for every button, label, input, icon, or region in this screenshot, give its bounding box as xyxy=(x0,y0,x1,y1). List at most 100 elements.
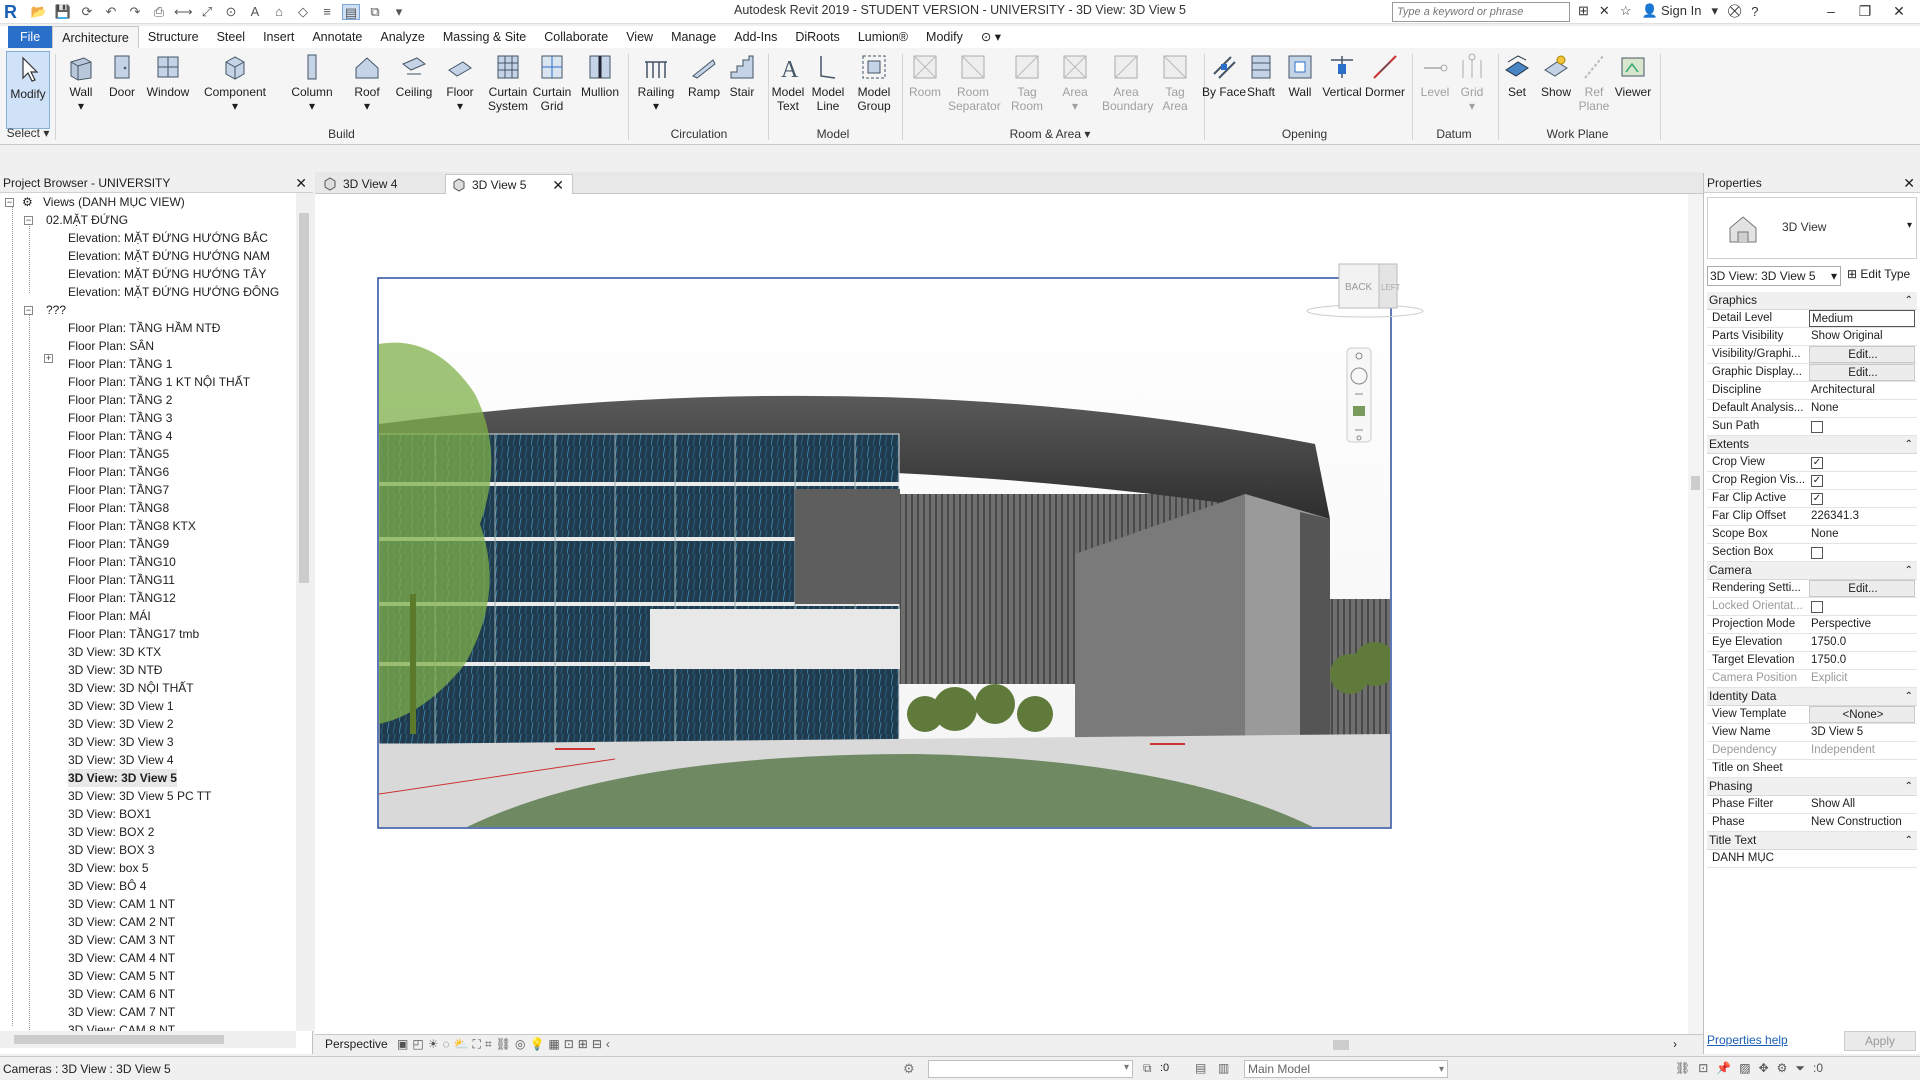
dormer-button[interactable]: Dormer xyxy=(1363,52,1407,99)
property-group-header[interactable]: Title Text ⌃ xyxy=(1707,832,1917,850)
tree-group-elevations[interactable]: 02.MẶT ĐỨNG xyxy=(46,211,128,229)
collapse-chevron-icon[interactable]: ⌃ xyxy=(1905,778,1913,795)
collapse-chevron-icon[interactable]: ⌃ xyxy=(1905,832,1913,849)
select-dropdown[interactable]: Select ▾ xyxy=(6,126,50,140)
tree-item-view[interactable]: 3D View: CAM 5 NT xyxy=(68,967,175,985)
component-button[interactable]: Component ▾ xyxy=(200,52,270,113)
cart-icon[interactable]: ⛒ xyxy=(1728,3,1741,19)
select-underlay-icon[interactable]: ⊡ xyxy=(1698,1061,1708,1076)
default-3d-view-icon[interactable]: ⌂ xyxy=(270,4,288,20)
tab-annotate[interactable]: Annotate xyxy=(303,26,371,48)
view-scrollbar[interactable] xyxy=(1688,194,1703,1034)
property-value[interactable]: None xyxy=(1809,526,1915,543)
tree-item-view[interactable]: 3D View: 3D View 1 xyxy=(68,697,174,715)
crop-view-icon[interactable]: ⛶ xyxy=(473,1037,481,1052)
tree-item-view[interactable]: Floor Plan: SÂN xyxy=(68,337,154,355)
property-value[interactable] xyxy=(1809,850,1915,867)
area-button[interactable]: Area ▾ xyxy=(1053,52,1097,113)
property-value[interactable]: 226341.3 xyxy=(1809,508,1915,525)
wall-button[interactable]: Wall ▾ xyxy=(59,52,103,113)
tree-item-view[interactable]: Floor Plan: TẦNG9 xyxy=(68,535,169,553)
property-value[interactable]: Architectural xyxy=(1809,382,1915,399)
property-group-header[interactable]: Extents ⌃ xyxy=(1707,436,1917,454)
property-value[interactable]: Perspective xyxy=(1809,616,1915,633)
property-group-header[interactable]: Identity Data ⌃ xyxy=(1707,688,1917,706)
tab-architecture[interactable]: Architecture xyxy=(52,26,139,48)
property-value[interactable]: ✓ xyxy=(1809,472,1915,489)
tree-item-view[interactable]: 3D View: CAM 6 NT xyxy=(68,985,175,1003)
tree-item-view[interactable]: Floor Plan: TẦNG6 xyxy=(68,463,169,481)
drag-elements-icon[interactable]: ✥ xyxy=(1759,1061,1769,1076)
tree-item-view[interactable]: Floor Plan: TẦNG8 xyxy=(68,499,169,517)
close-icon[interactable]: ✕ xyxy=(295,173,307,193)
instance-filter-dropdown[interactable]: 3D View: 3D View 5 ▾ xyxy=(1707,266,1841,286)
collapse-chevron-icon[interactable]: ⌃ xyxy=(1905,292,1913,309)
property-value[interactable]: Show Original xyxy=(1809,328,1915,345)
railing-button[interactable]: Railing ▾ xyxy=(634,52,678,113)
set-work-plane-button[interactable]: Set xyxy=(1495,52,1539,99)
scroll-right-icon[interactable]: › xyxy=(1673,1037,1677,1051)
close-hidden-windows-icon[interactable]: ▤ xyxy=(342,4,360,20)
text-icon[interactable]: A xyxy=(246,4,264,20)
tab-manage[interactable]: Manage xyxy=(662,26,725,48)
help-icon[interactable]: ? xyxy=(1751,4,1758,19)
tree-item-view[interactable]: Floor Plan: TẦNG 2 xyxy=(68,391,172,409)
tab-steel[interactable]: Steel xyxy=(208,26,255,48)
room-separator-button[interactable]: Room Separator xyxy=(948,52,1001,113)
property-value[interactable] xyxy=(1809,598,1915,615)
collapse-toggle-icon[interactable]: − xyxy=(24,306,33,315)
worksets-icon[interactable]: ⚙ xyxy=(903,1061,915,1077)
temporary-view-icon[interactable]: ▦ xyxy=(548,1037,559,1052)
curtain-grid-button[interactable]: Curtain Grid xyxy=(530,52,574,113)
revit-logo-icon[interactable]: R xyxy=(4,2,22,22)
property-value[interactable]: None xyxy=(1809,400,1915,417)
tree-item-view[interactable]: 3D View: 3D NỘI THẤT xyxy=(68,679,194,697)
search-input[interactable]: Type a keyword or phrase xyxy=(1392,2,1570,22)
binoculars-icon[interactable]: ⊞ xyxy=(1578,3,1589,19)
modify-button[interactable]: Modify xyxy=(6,51,50,129)
stair-button[interactable]: Stair xyxy=(720,52,764,99)
property-value[interactable] xyxy=(1809,418,1915,435)
detail-level-icon[interactable]: ▣ xyxy=(397,1037,408,1052)
ceiling-button[interactable]: Ceiling xyxy=(390,52,438,99)
checkbox[interactable]: ✓ xyxy=(1811,493,1823,505)
tree-item-view[interactable]: 3D View: CAM 8 NT xyxy=(68,1021,175,1031)
design-options-icon[interactable]: ▤ xyxy=(1195,1061,1206,1075)
property-value[interactable]: Edit... xyxy=(1809,346,1915,363)
undo-icon[interactable]: ↶ xyxy=(102,4,120,20)
shadows-icon[interactable]: ◌ xyxy=(442,1037,449,1052)
collapse-toggle-icon[interactable]: − xyxy=(5,198,14,207)
tree-root-views[interactable]: Views (DANH MỤC VIEW) xyxy=(43,193,185,211)
type-selector[interactable]: 3D View ▾ xyxy=(1707,197,1917,259)
sun-path-icon[interactable]: ☀ xyxy=(428,1037,439,1052)
minimize-icon[interactable]: – xyxy=(1814,0,1848,24)
property-group-header[interactable]: Graphics ⌃ xyxy=(1707,292,1917,310)
render-icon[interactable]: ⛅ xyxy=(454,1037,469,1052)
tab-view[interactable]: View xyxy=(617,26,662,48)
editing-requests-icon[interactable]: ⧉ xyxy=(1143,1061,1152,1076)
tree-item-view[interactable]: Floor Plan: TẦNG10 xyxy=(68,553,176,571)
grid-button[interactable]: Grid ▾ xyxy=(1450,52,1494,113)
checkbox[interactable]: ✓ xyxy=(1811,475,1823,487)
tree-item-view[interactable]: Floor Plan: MÁI xyxy=(68,607,151,625)
view-hscrollbar-thumb[interactable] xyxy=(1333,1040,1349,1050)
property-value[interactable]: <None> xyxy=(1809,706,1915,723)
property-value[interactable]: 3D View 5 xyxy=(1809,724,1915,741)
active-workset-dropdown[interactable]: ▾ xyxy=(928,1060,1133,1078)
tree-item-view[interactable]: 3D View: BOX1 xyxy=(68,805,151,823)
tab-diroots[interactable]: DiRoots xyxy=(786,26,848,48)
ref-plane-button[interactable]: Ref Plane xyxy=(1572,52,1616,113)
redo-icon[interactable]: ↷ xyxy=(126,4,144,20)
checkbox[interactable] xyxy=(1811,601,1823,613)
tab-add-ins[interactable]: Add-Ins xyxy=(725,26,786,48)
property-value[interactable]: New Construction xyxy=(1809,814,1915,831)
room-area-panel-label[interactable]: Room & Area ▾ xyxy=(903,127,1197,141)
vertical-button[interactable]: Vertical xyxy=(1320,52,1364,99)
property-value[interactable]: Edit... xyxy=(1809,580,1915,597)
filter-icon[interactable]: ⏷ xyxy=(1795,1061,1805,1076)
tab-modify[interactable]: Modify xyxy=(917,26,972,48)
tree-item-elevation[interactable]: Elevation: MẶT ĐỨNG HƯỚNG BẮC xyxy=(68,229,268,247)
tree-item-view[interactable]: 3D View: 3D View 3 xyxy=(68,733,174,751)
project-browser-tree[interactable]: − ⚙ Views (DANH MỤC VIEW) − 02.MẶT ĐỨNG … xyxy=(0,193,296,1031)
tree-item-elevation[interactable]: Elevation: MẶT ĐỨNG HƯỚNG NAM xyxy=(68,247,270,265)
